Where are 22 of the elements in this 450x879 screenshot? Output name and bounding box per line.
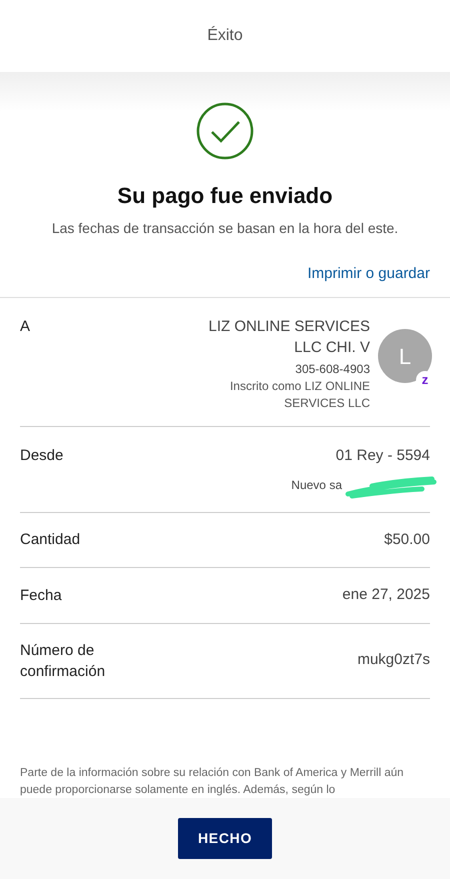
timezone-note: Las fechas de transacción se basan en la hora del este. [52, 218, 398, 238]
row-value: mukg0zt7s [357, 650, 430, 670]
disclaimer-text: Parte de la información sobre su relación con Bank of America y Merrill aún puede proporcionarse solamente en inglés. Además, según lo [20, 766, 405, 798]
row-label: Número de confirmación [20, 640, 106, 682]
row-label: Fecha [20, 586, 63, 606]
confirmation-title: Su pago fue enviado [117, 182, 333, 210]
recipient-name: LIZ ONLINE SERVICES [208, 317, 370, 337]
row-label: Cantidad [20, 530, 82, 550]
row-value: ene 27, 2025 [342, 585, 430, 605]
enrollment-note: Inscrito como LIZ ONLINE [230, 378, 370, 395]
enrollment-note: SERVICES LLC [284, 395, 370, 412]
row-label: A [20, 317, 30, 337]
recipient-phone: 305-608-4903 [295, 361, 370, 378]
checkmark-icon [196, 102, 254, 160]
row-value: $50.00 [384, 530, 430, 550]
account-name: 01 Rey - 5594 [336, 446, 430, 466]
print-link[interactable]: Imprimir o guardar [307, 262, 430, 285]
row-label: Desde [20, 446, 64, 466]
done-button[interactable]: HECHO [178, 818, 272, 859]
screen-title: Éxito [207, 25, 243, 46]
recipient-name: LLC CHI. V [294, 338, 370, 358]
balance-label: Nuevo sa [291, 476, 342, 494]
